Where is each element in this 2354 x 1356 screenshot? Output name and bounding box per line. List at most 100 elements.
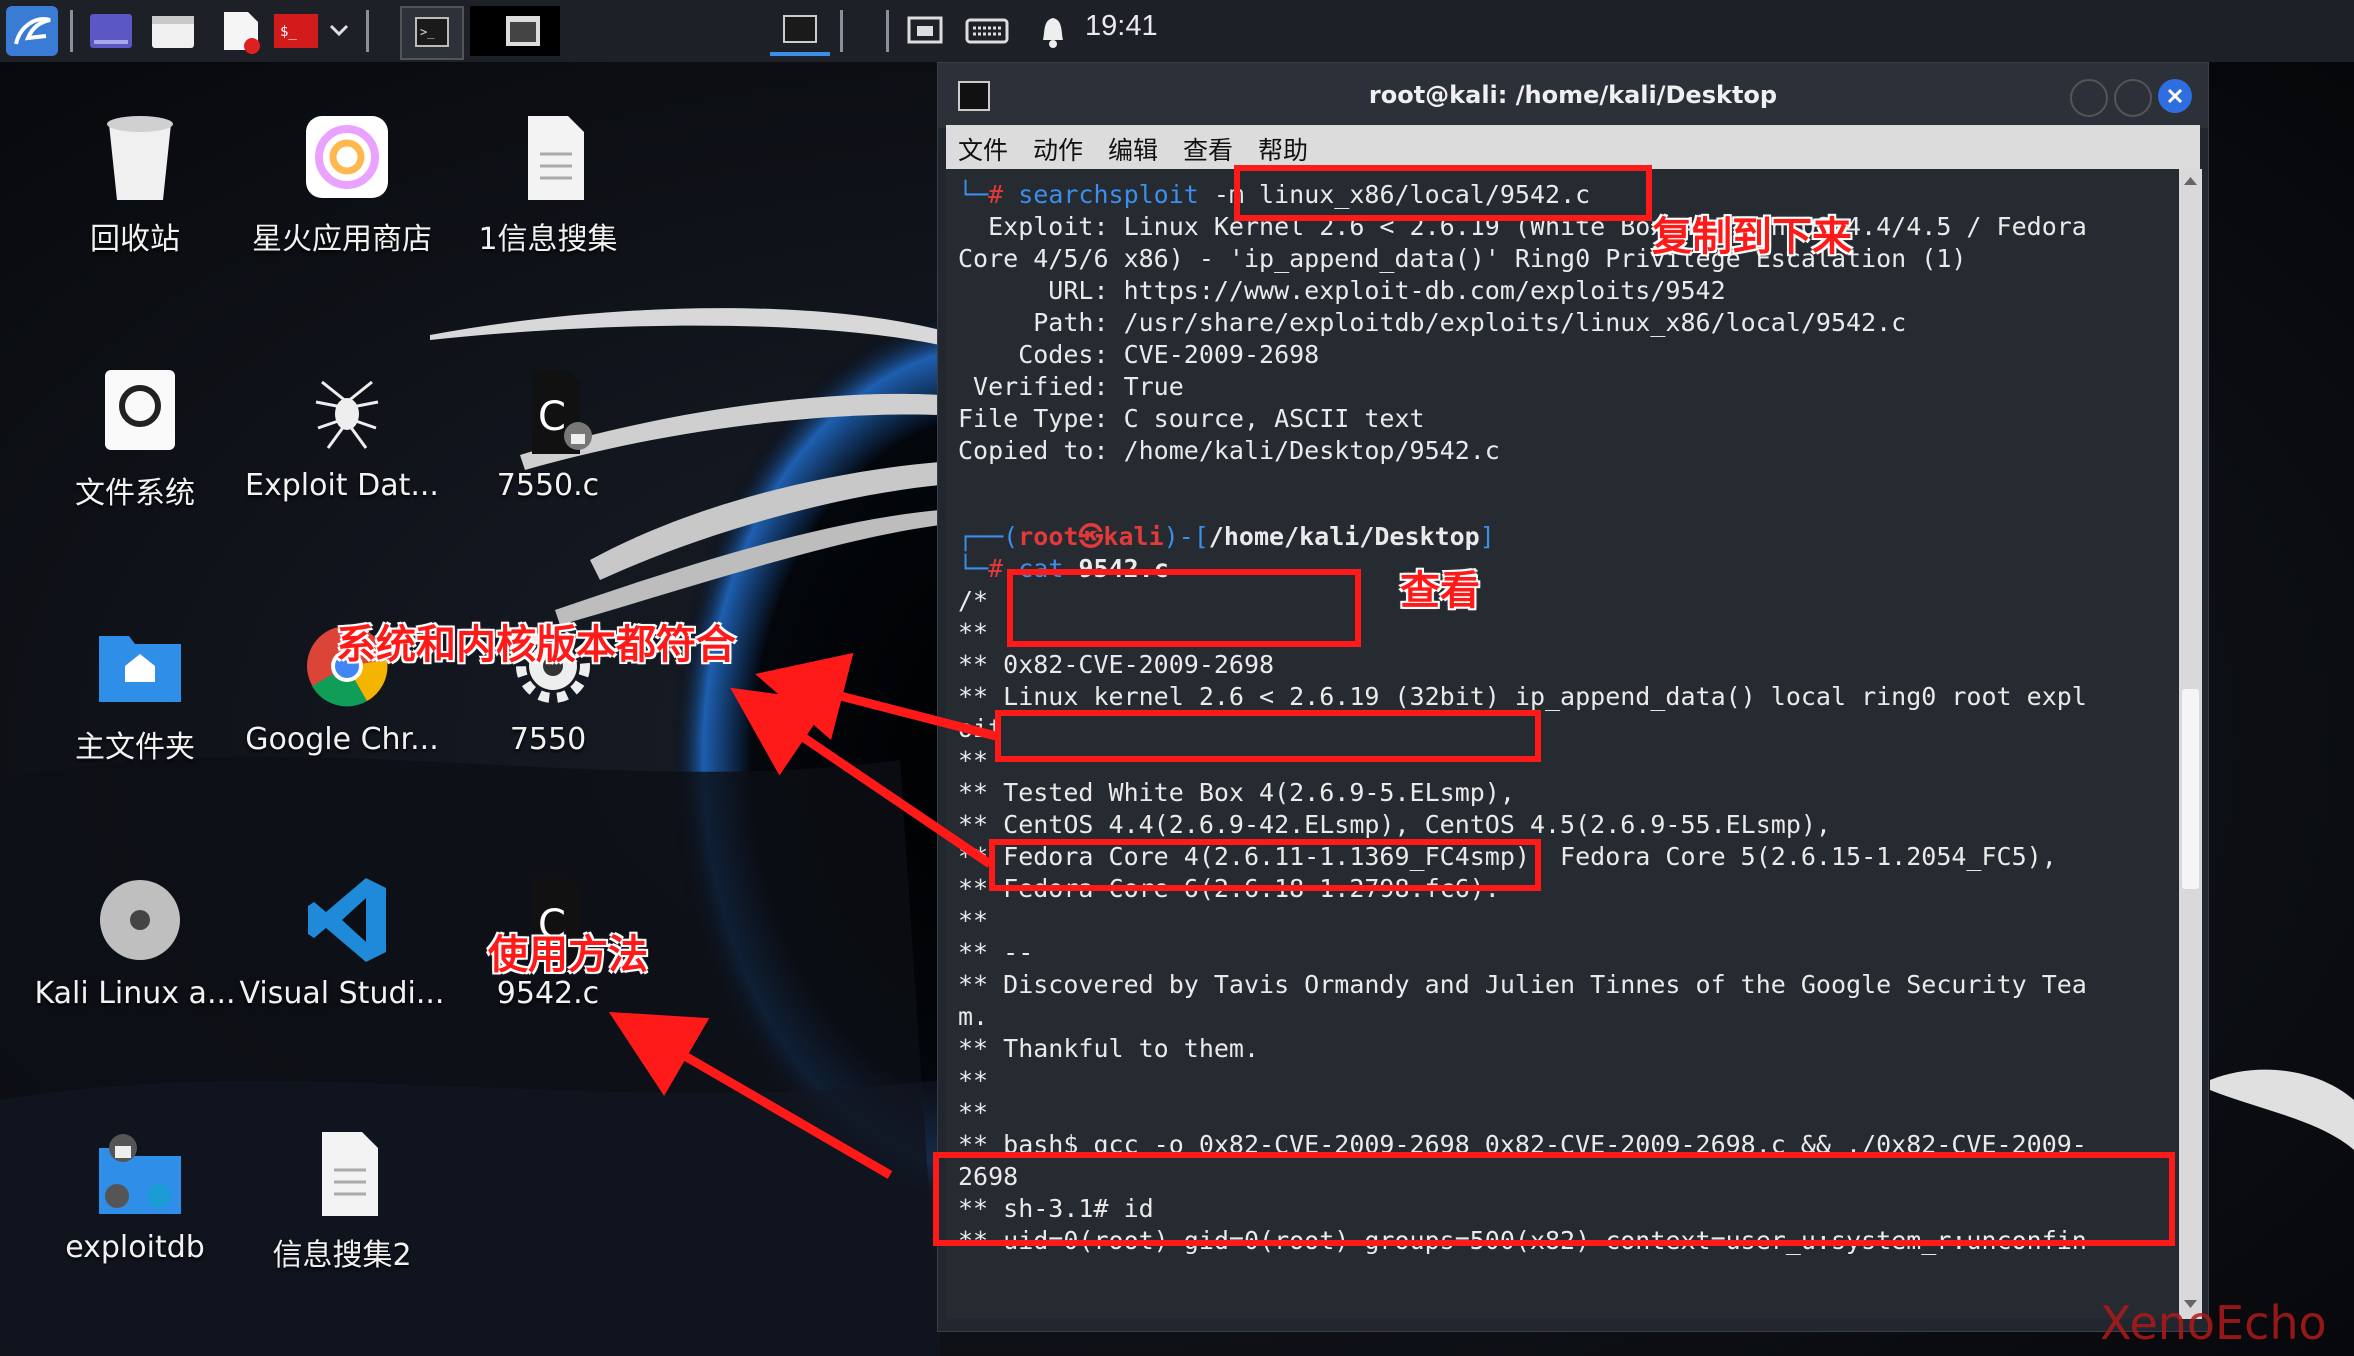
terminal-line: ** Tested White Box 4(2.6.9-5.ELsmp), xyxy=(958,778,1515,807)
prompt-corner: ┌──( xyxy=(958,522,1019,551)
terminal-scrollbar[interactable] xyxy=(2179,169,2202,1319)
desktop-icon-info-gather-1[interactable]: 1信息搜集 xyxy=(443,108,653,328)
desktop-icon-filesystem[interactable]: 文件系统 xyxy=(30,362,240,582)
terminal-command-line: └─# cat 9542.c xyxy=(958,553,1169,585)
panel-separator xyxy=(366,10,369,52)
terminal-titlebar[interactable]: root@kali: /home/kali/Desktop xyxy=(938,63,2208,128)
desktop-icon-kali-linux-a[interactable]: Kali Linux a... xyxy=(30,870,240,1090)
panel-separator xyxy=(886,10,889,52)
desktop-icon-info-gather-2[interactable]: 信息搜集2 xyxy=(237,1124,447,1344)
window-icon[interactable] xyxy=(470,6,560,56)
panel-separator xyxy=(70,10,73,52)
text-editor-icon[interactable] xyxy=(218,6,264,56)
clock[interactable]: 19:41 xyxy=(1085,10,1158,43)
desktop-icon-home-folder[interactable]: 主文件夹 xyxy=(30,616,240,836)
terminal-red-icon[interactable]: $_ xyxy=(272,6,320,56)
terminal-output[interactable]: └─# searchsploit -m linux_x86/local/9542… xyxy=(946,169,2178,1319)
prompt-corner: └─ xyxy=(958,180,989,209)
prompt-bracket: )-[ xyxy=(1163,522,1209,551)
files-icon[interactable] xyxy=(150,6,196,56)
command-args: 9542.c xyxy=(1078,554,1169,583)
command-args: -m linux_x86/local/9542.c xyxy=(1213,180,1591,209)
workspace-icon[interactable] xyxy=(88,6,134,56)
terminal-line: ** xyxy=(958,906,989,935)
svg-text:$_: $_ xyxy=(280,24,297,40)
terminal-line: ** sh-3.1# id xyxy=(958,1194,1154,1223)
terminal-line: File Type: C source, ASCII text xyxy=(958,404,1425,433)
terminal-line: ** Fedora Core 6(2.6.18-1.2798.fc6). xyxy=(958,874,1500,903)
keyboard-icon[interactable] xyxy=(965,6,1009,56)
terminal-line: ** Fedora Core 4(2.6.11-1.1369_FC4smp), … xyxy=(958,842,2057,871)
maximize-button[interactable] xyxy=(2114,79,2152,117)
desktop-icon-spark-store[interactable]: 星火应用商店 xyxy=(237,108,447,328)
menu-help[interactable]: 帮助 xyxy=(1258,131,1308,167)
terminal-line: └─# searchsploit -m linux_x86/local/9542… xyxy=(958,179,1590,211)
terminal-line: ** uid=0(root) gid=0(root) groups=500(x8… xyxy=(958,1226,2087,1255)
top-panel: $_ >_ 19:41 xyxy=(0,0,2354,62)
desktop-icon-7550-c[interactable]: C 7550.c xyxy=(443,362,653,582)
desktop-icon-9542-c[interactable]: C 9542.c xyxy=(443,870,653,1090)
terminal-line: ** bash$ gcc -o 0x82-CVE-2009-2698 0x82-… xyxy=(958,1130,2087,1159)
bell-icon[interactable] xyxy=(1035,6,1071,56)
kali-dragon-icon[interactable] xyxy=(6,6,58,56)
menu-file[interactable]: 文件 xyxy=(958,131,1008,167)
prompt-corner: └─ xyxy=(958,554,989,583)
terminal-line: ** xyxy=(958,1066,989,1095)
terminal-line: 2698 xyxy=(958,1162,1019,1191)
minimize-button[interactable] xyxy=(2070,79,2108,117)
desktop-icon-trash[interactable]: 回收站 xyxy=(30,108,240,328)
desktop-icon-label: 9542.c xyxy=(496,976,600,1011)
terminal-line: oit xyxy=(958,714,1004,743)
desktop-icon-visual-studio[interactable]: Visual Studi... xyxy=(237,870,447,1090)
watermark: XenoEcho xyxy=(2100,1296,2327,1350)
terminal-line: Path: /usr/share/exploitdb/exploits/linu… xyxy=(958,308,1907,337)
dropdown-icon[interactable] xyxy=(326,6,352,56)
terminal-prompt-line: ┌──(root㉿kali)-[/home/kali/Desktop] xyxy=(958,521,1495,553)
terminal-line: ** -- xyxy=(958,938,1034,967)
terminal-line: ** xyxy=(958,746,989,775)
command-name: searchsploit xyxy=(1018,180,1214,209)
text-file-icon xyxy=(508,108,598,208)
svg-text:>_: >_ xyxy=(420,25,435,39)
desktop-icon-exploit-database[interactable]: Exploit Dat... xyxy=(237,362,447,582)
desktop-icon-exploitdb[interactable]: exploitdb xyxy=(30,1124,240,1344)
desktop-icon-label: 7550 xyxy=(509,722,587,757)
terminal-line: ** Thankful to them. xyxy=(958,1034,1260,1063)
svg-text:C: C xyxy=(538,394,566,440)
terminal-window[interactable]: root@kali: /home/kali/Desktop 文件 动作 编辑 查… xyxy=(937,62,2209,1332)
terminal-menubar: 文件 动作 编辑 查看 帮助 xyxy=(946,125,2200,169)
annotation-copy-down: 复制到下来 xyxy=(1652,214,1852,260)
scroll-thumb[interactable] xyxy=(2182,689,2199,889)
close-button[interactable] xyxy=(2158,79,2192,113)
terminal-line: ** CentOS 4.4(2.6.9-42.ELsmp), CentOS 4.… xyxy=(958,810,1831,839)
menu-edit[interactable]: 编辑 xyxy=(1108,131,1158,167)
terminal-small-icon[interactable] xyxy=(770,6,830,56)
home-folder-icon xyxy=(95,616,185,716)
prompt-path: /home/kali/Desktop xyxy=(1208,522,1480,551)
desktop-icon-label: 信息搜集2 xyxy=(272,1238,412,1273)
terminal-line: ** xyxy=(958,618,989,647)
close-icon xyxy=(2167,88,2183,104)
spark-store-icon xyxy=(302,108,392,208)
annotation-view: 查看 xyxy=(1400,568,1480,614)
network-icon[interactable] xyxy=(905,6,945,56)
menu-view[interactable]: 查看 xyxy=(1183,131,1233,167)
filesystem-icon xyxy=(95,362,185,462)
terminal-line: ** 0x82-CVE-2009-2698 xyxy=(958,650,1275,679)
text-file-icon xyxy=(302,1124,392,1224)
terminal-line: Exploit: Linux Kernel 2.6 < 2.6.19 (Whit… xyxy=(958,212,2087,241)
annotation-version-match: 系统和内核版本都符合 xyxy=(336,622,736,668)
terminal-line: Codes: CVE-2009-2698 xyxy=(958,340,1320,369)
spider-icon xyxy=(302,362,392,462)
terminal-line: ** xyxy=(958,1098,989,1127)
menu-action[interactable]: 动作 xyxy=(1033,131,1083,167)
terminal-line: Copied to: /home/kali/Desktop/9542.c xyxy=(958,436,1500,465)
vscode-icon xyxy=(302,870,392,970)
scroll-up-arrow[interactable] xyxy=(2182,173,2199,192)
terminal-window-icon[interactable]: >_ xyxy=(400,6,464,60)
prompt-hash: # xyxy=(988,180,1019,209)
disc-icon xyxy=(95,870,185,970)
prompt-hash: # xyxy=(988,554,1019,583)
terminal-line: Verified: True xyxy=(958,372,1184,401)
trash-icon xyxy=(95,108,185,208)
